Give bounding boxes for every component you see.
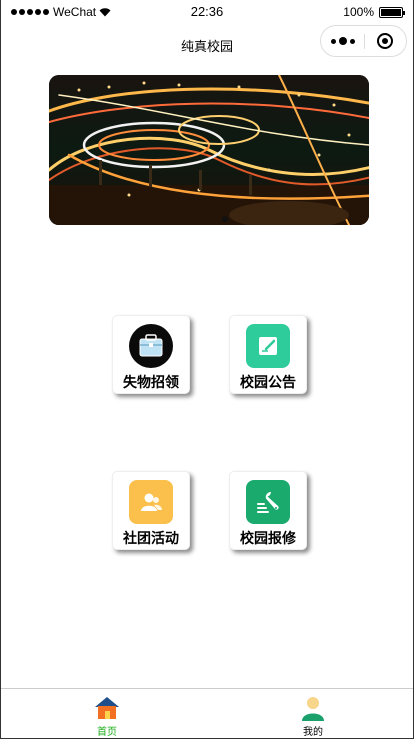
banner-swiper[interactable] bbox=[49, 75, 369, 225]
status-bar: WeChat 22:36 100% bbox=[1, 0, 413, 24]
tab-mine-label: 我的 bbox=[303, 727, 323, 738]
tab-mine[interactable]: 我的 bbox=[273, 689, 353, 739]
wrench-icon bbox=[246, 480, 290, 524]
battery-group: 100% bbox=[343, 5, 405, 19]
user-icon bbox=[302, 697, 324, 721]
briefcase-icon bbox=[129, 324, 173, 368]
target-circle-icon[interactable] bbox=[363, 26, 406, 56]
tab-home[interactable]: 首页 bbox=[67, 689, 147, 739]
battery-percent: 100% bbox=[343, 5, 374, 19]
lost-and-found-card[interactable]: 失物招领 bbox=[112, 315, 190, 394]
campus-repair-label: 校园报修 bbox=[240, 530, 296, 546]
notepad-icon bbox=[246, 324, 290, 368]
navigation-bar: 纯真校园 bbox=[1, 24, 413, 64]
home-icon bbox=[95, 697, 119, 719]
swiper-indicator-dot[interactable] bbox=[222, 216, 228, 222]
app-frame: WeChat 22:36 100% 纯真校园 失物招领 校园公告 社团活动 校园… bbox=[0, 0, 414, 739]
tab-bar: 首页 我的 bbox=[1, 688, 413, 738]
menu-capsule bbox=[320, 25, 407, 57]
tab-home-label: 首页 bbox=[97, 727, 117, 738]
more-dots-icon[interactable] bbox=[321, 26, 364, 56]
people-icon bbox=[129, 480, 173, 524]
club-activities-card[interactable]: 社团活动 bbox=[112, 471, 190, 550]
campus-notice-card[interactable]: 校园公告 bbox=[229, 315, 307, 394]
campus-repair-card[interactable]: 校园报修 bbox=[229, 471, 307, 550]
lost-and-found-label: 失物招领 bbox=[123, 374, 179, 390]
banner-image bbox=[49, 75, 369, 225]
club-activities-label: 社团活动 bbox=[123, 530, 179, 546]
campus-notice-label: 校园公告 bbox=[240, 374, 296, 390]
battery-icon bbox=[379, 6, 405, 18]
